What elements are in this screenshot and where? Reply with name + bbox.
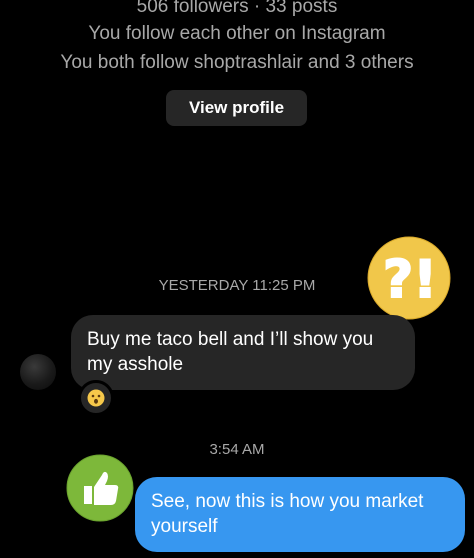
interrobang-sticker-icon: ?! xyxy=(367,236,451,320)
profile-stats: 506 followers · 33 posts xyxy=(136,0,338,17)
interrobang-sticker-text: ?! xyxy=(383,250,437,310)
avatar[interactable] xyxy=(20,354,56,390)
view-profile-button[interactable]: View profile xyxy=(166,90,307,126)
thumbs-up-sticker-icon xyxy=(66,454,134,522)
incoming-message-text: Buy me taco bell and I’ll show you my as… xyxy=(87,329,374,375)
incoming-message-bubble[interactable]: Buy me taco bell and I’ll show you my as… xyxy=(71,315,415,390)
outgoing-message-bubble[interactable]: See, now this is how you market yourself xyxy=(135,477,465,552)
reaction-badge[interactable] xyxy=(78,380,114,416)
mutual-followers-text: You both follow shoptrashlair and 3 othe… xyxy=(60,52,414,73)
surprised-face-icon xyxy=(87,389,105,407)
outgoing-message-text: See, now this is how you market yourself xyxy=(151,491,424,537)
mutual-follow-text: You follow each other on Instagram xyxy=(88,23,386,44)
